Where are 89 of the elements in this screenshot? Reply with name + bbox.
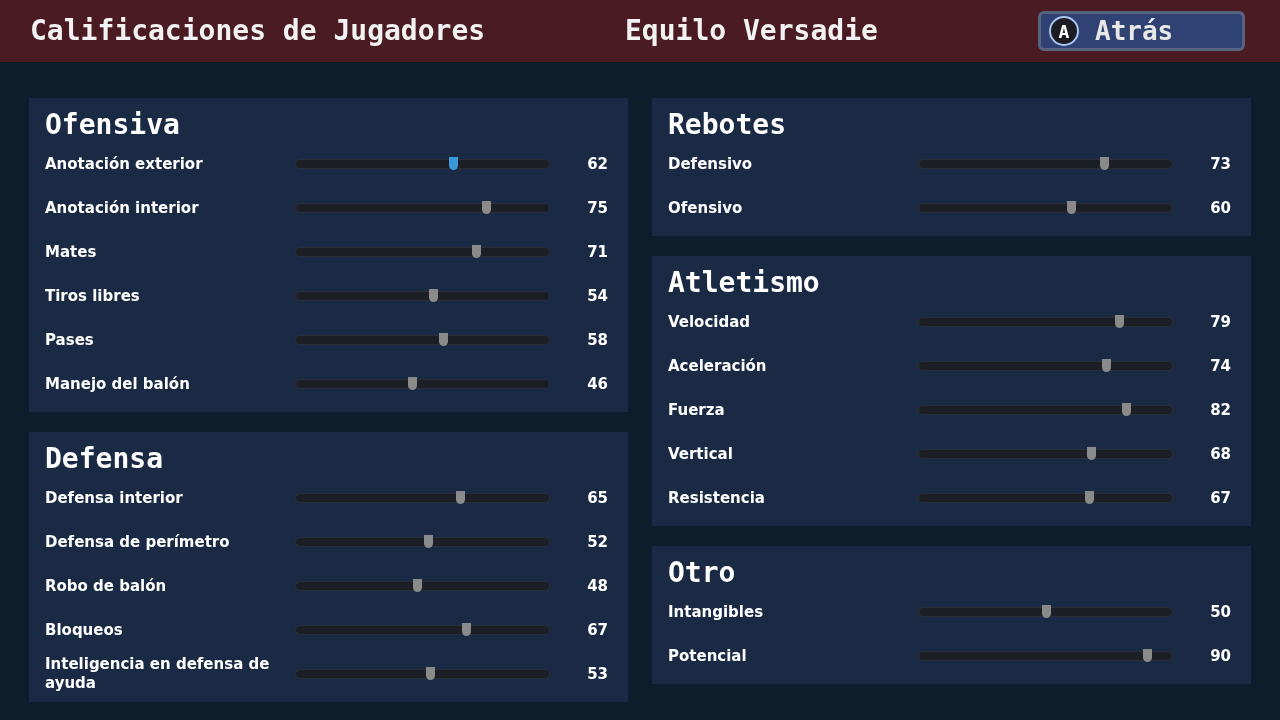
- slider-track[interactable]: [295, 203, 550, 213]
- rating-value: 75: [586, 197, 609, 219]
- slider-thumb[interactable]: [481, 201, 491, 214]
- rating-label: Defensivo: [668, 154, 754, 174]
- section-title: Rebotes: [668, 108, 787, 142]
- section-title: Otro: [668, 556, 737, 590]
- slider-thumb[interactable]: [428, 289, 438, 302]
- slider-track[interactable]: [918, 405, 1173, 415]
- rating-label: Defensa interior: [45, 488, 184, 508]
- rating-label: Velocidad: [668, 312, 752, 332]
- slider-thumb[interactable]: [423, 535, 433, 548]
- slider-track[interactable]: [918, 203, 1173, 213]
- slider-track[interactable]: [295, 291, 550, 301]
- rating-label: Defensa de perímetro: [45, 532, 231, 552]
- slider-thumb[interactable]: [1084, 491, 1094, 504]
- rating-value: 68: [1209, 443, 1232, 465]
- slider-track[interactable]: [295, 625, 550, 635]
- slider-thumb[interactable]: [426, 667, 436, 680]
- rating-value: 71: [586, 241, 609, 263]
- slider-thumb[interactable]: [471, 245, 481, 258]
- rating-value: 73: [1209, 153, 1232, 175]
- slider-thumb[interactable]: [1041, 605, 1051, 618]
- section-title: Atletismo: [668, 266, 821, 300]
- slider-track[interactable]: [295, 669, 550, 679]
- rating-label: Ofensivo: [668, 198, 744, 218]
- slider-thumb[interactable]: [1066, 201, 1076, 214]
- rating-label: Aceleración: [668, 356, 768, 376]
- rating-label: Bloqueos: [45, 620, 124, 640]
- rating-label: Mates: [45, 242, 98, 262]
- slider-track[interactable]: [295, 581, 550, 591]
- rating-label: Resistencia: [668, 488, 766, 508]
- player-name: Equilo Versadie: [625, 13, 879, 49]
- rating-value: 58: [586, 329, 609, 351]
- slider-track[interactable]: [295, 379, 550, 389]
- rating-value: 62: [586, 153, 609, 175]
- button-glyph-icon: A: [1049, 16, 1079, 46]
- rating-value: 48: [586, 575, 609, 597]
- slider-track[interactable]: [295, 335, 550, 345]
- rating-label: Tiros libres: [45, 286, 141, 306]
- rating-value: 79: [1209, 311, 1232, 333]
- slider-thumb[interactable]: [1099, 157, 1109, 170]
- slider-thumb[interactable]: [461, 623, 471, 636]
- rating-label: Fuerza: [668, 400, 726, 420]
- rating-value: 67: [586, 619, 609, 641]
- slider-thumb[interactable]: [1087, 447, 1097, 460]
- rating-label: Pases: [45, 330, 95, 350]
- section-title: Defensa: [45, 442, 164, 476]
- slider-thumb[interactable]: [1102, 359, 1112, 372]
- slider-thumb[interactable]: [413, 579, 423, 592]
- rating-label: Anotación exterior: [45, 154, 204, 174]
- rating-value: 52: [586, 531, 609, 553]
- slider-track[interactable]: [295, 493, 550, 503]
- slider-track[interactable]: [918, 361, 1173, 371]
- rating-value: 54: [586, 285, 609, 307]
- slider-track[interactable]: [918, 607, 1173, 617]
- slider-thumb[interactable]: [456, 491, 466, 504]
- rating-label: Anotación interior: [45, 198, 200, 218]
- slider-track[interactable]: [295, 159, 550, 169]
- rating-label: Inteligencia en defensa de ayuda: [45, 655, 271, 693]
- slider-track[interactable]: [918, 317, 1173, 327]
- rating-label: Robo de balón: [45, 576, 168, 596]
- slider-thumb[interactable]: [438, 333, 448, 346]
- rating-value: 90: [1209, 645, 1232, 667]
- rating-value: 53: [586, 663, 609, 685]
- slider-track[interactable]: [918, 159, 1173, 169]
- slider-track[interactable]: [295, 247, 550, 257]
- rating-value: 74: [1209, 355, 1232, 377]
- slider-thumb[interactable]: [1122, 403, 1132, 416]
- rating-label: Intangibles: [668, 602, 765, 622]
- rating-value: 67: [1209, 487, 1232, 509]
- slider-track[interactable]: [295, 537, 550, 547]
- rating-value: 60: [1209, 197, 1232, 219]
- slider-thumb[interactable]: [448, 157, 458, 170]
- page-title: Calificaciones de Jugadores: [30, 13, 487, 49]
- rating-value: 46: [586, 373, 609, 395]
- slider-track[interactable]: [918, 449, 1173, 459]
- slider-thumb[interactable]: [1114, 315, 1124, 328]
- slider-track[interactable]: [918, 493, 1173, 503]
- rating-value: 50: [1209, 601, 1232, 623]
- slider-thumb[interactable]: [1142, 649, 1152, 662]
- rating-label: Manejo del balón: [45, 374, 191, 394]
- slider-thumb[interactable]: [408, 377, 418, 390]
- section-title: Ofensiva: [45, 108, 181, 142]
- rating-value: 65: [586, 487, 609, 509]
- rating-label: Vertical: [668, 444, 734, 464]
- back-button[interactable]: A Atrás: [1038, 11, 1245, 51]
- rating-value: 82: [1209, 399, 1232, 421]
- rating-label: Potencial: [668, 646, 748, 666]
- slider-track[interactable]: [918, 651, 1173, 661]
